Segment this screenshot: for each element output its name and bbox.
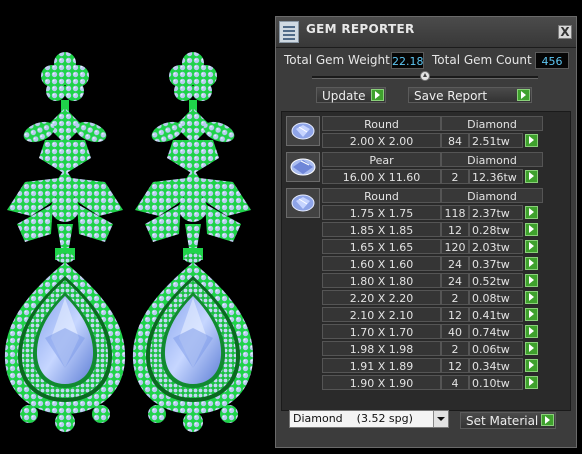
select-gem-row-button[interactable] <box>525 206 538 219</box>
gem-count: 2 <box>441 290 469 305</box>
gem-count: 120 <box>441 239 469 254</box>
select-gem-row-button[interactable] <box>525 342 538 355</box>
gem-size: 1.65 X 1.65 <box>322 239 441 254</box>
update-button[interactable]: Update <box>316 87 386 103</box>
select-gem-row-button[interactable] <box>525 240 538 253</box>
gem-material-header: Diamond <box>441 116 543 131</box>
round-gem-icon[interactable] <box>286 188 320 218</box>
save-report-button-label: Save Report <box>414 89 488 103</box>
gem-size: 1.60 X 1.60 <box>322 256 441 271</box>
gem-size: 16.00 X 11.60 <box>322 169 441 184</box>
gem-shape-header: Pear <box>322 152 441 167</box>
gem-weight: 0.28tw <box>469 222 523 237</box>
pear-gem-icon[interactable] <box>286 152 320 182</box>
gem-weight: 0.41tw <box>469 307 523 322</box>
total-gem-count-value: 456 <box>535 52 569 69</box>
play-arrow-icon <box>541 414 554 426</box>
gem-count: 24 <box>441 256 469 271</box>
gem-count: 4 <box>441 375 469 390</box>
gem-size: 2.00 X 2.00 <box>322 133 441 148</box>
select-gem-row-button[interactable] <box>525 359 538 372</box>
render-viewport[interactable] <box>0 0 275 454</box>
gem-size: 2.20 X 2.20 <box>322 290 441 305</box>
gem-count: 12 <box>441 358 469 373</box>
close-icon[interactable]: X <box>558 25 572 39</box>
gem-weight: 0.10tw <box>469 375 523 390</box>
left-earring <box>4 52 126 432</box>
slider-knob[interactable] <box>420 71 430 81</box>
gem-group-round[interactable]: Round Diamond 2.00 X 2.00 84 2.51tw <box>286 116 566 150</box>
material-dropdown[interactable]: Diamond (3.52 spg) <box>289 410 449 428</box>
gem-weight: 2.03tw <box>469 239 523 254</box>
gem-count: 2 <box>441 341 469 356</box>
gem-size: 1.70 X 1.70 <box>322 324 441 339</box>
gem-material-header: Diamond <box>441 152 543 167</box>
gem-size: 1.98 X 1.98 <box>322 341 441 356</box>
gem-size: 1.85 X 1.85 <box>322 222 441 237</box>
gem-count: 24 <box>441 273 469 288</box>
gem-weight: 0.06tw <box>469 341 523 356</box>
select-gem-row-button[interactable] <box>525 257 538 270</box>
gem-count: 12 <box>441 307 469 322</box>
gem-size: 1.80 X 1.80 <box>322 273 441 288</box>
gem-count: 40 <box>441 324 469 339</box>
update-button-label: Update <box>322 89 366 103</box>
material-dropdown-value: Diamond (3.52 spg) <box>293 412 413 425</box>
save-report-button[interactable]: Save Report <box>408 87 532 103</box>
select-gem-row-button[interactable] <box>525 325 538 338</box>
gem-weight: 0.08tw <box>469 290 523 305</box>
gem-count: 118 <box>441 205 469 220</box>
select-gem-row-button[interactable] <box>525 134 538 147</box>
select-gem-row-button[interactable] <box>525 223 538 236</box>
gem-reporter-icon <box>279 21 299 43</box>
gem-size: 1.91 X 1.89 <box>322 358 441 373</box>
gem-weight: 0.37tw <box>469 256 523 271</box>
total-gem-weight-value: 22.18 <box>391 52 424 69</box>
gem-material-header: Diamond <box>441 188 543 203</box>
round-gem-icon[interactable] <box>286 116 320 146</box>
gem-reporter-panel: GEM REPORTER X Total Gem Weight 22.18 To… <box>275 16 577 448</box>
gem-count: 12 <box>441 222 469 237</box>
gem-size: 2.10 X 2.10 <box>322 307 441 322</box>
gem-weight: 2.51tw <box>469 133 523 148</box>
select-gem-row-button[interactable] <box>525 308 538 321</box>
gem-group-pear[interactable]: Pear Diamond 16.00 X 11.60 2 12.36tw <box>286 152 566 186</box>
select-gem-row-button[interactable] <box>525 376 538 389</box>
gem-weight: 12.36tw <box>469 169 523 184</box>
gem-list[interactable]: Round Diamond 2.00 X 2.00 84 2.51tw Pear Diamo… <box>281 111 571 411</box>
set-material-button-label: Set Material <box>466 414 539 428</box>
gem-count: 2 <box>441 169 469 184</box>
right-earring <box>132 52 254 432</box>
gem-count: 84 <box>441 133 469 148</box>
gem-size: 1.90 X 1.90 <box>322 375 441 390</box>
chevron-down-icon[interactable] <box>433 411 448 427</box>
gem-weight: 0.74tw <box>469 324 523 339</box>
gem-shape-header: Round <box>322 188 441 203</box>
gem-group-round[interactable]: Round Diamond 1.75 X 1.75 118 2.37tw 1.85 X 1… <box>286 188 566 392</box>
gem-weight: 0.52tw <box>469 273 523 288</box>
total-gem-weight-label: Total Gem Weight <box>284 53 390 67</box>
gem-shape-header: Round <box>322 116 441 131</box>
select-gem-row-button[interactable] <box>525 274 538 287</box>
total-gem-count-label: Total Gem Count <box>432 53 532 67</box>
panel-title: GEM REPORTER <box>306 22 415 36</box>
title-bar[interactable]: GEM REPORTER X <box>276 17 576 48</box>
gem-size: 1.75 X 1.75 <box>322 205 441 220</box>
select-gem-row-button[interactable] <box>525 170 538 183</box>
play-arrow-icon <box>371 89 384 101</box>
gem-weight: 2.37tw <box>469 205 523 220</box>
select-gem-row-button[interactable] <box>525 291 538 304</box>
set-material-button[interactable]: Set Material <box>460 412 556 429</box>
play-arrow-icon <box>517 89 530 101</box>
earrings-render <box>4 52 254 432</box>
gem-weight: 0.34tw <box>469 358 523 373</box>
